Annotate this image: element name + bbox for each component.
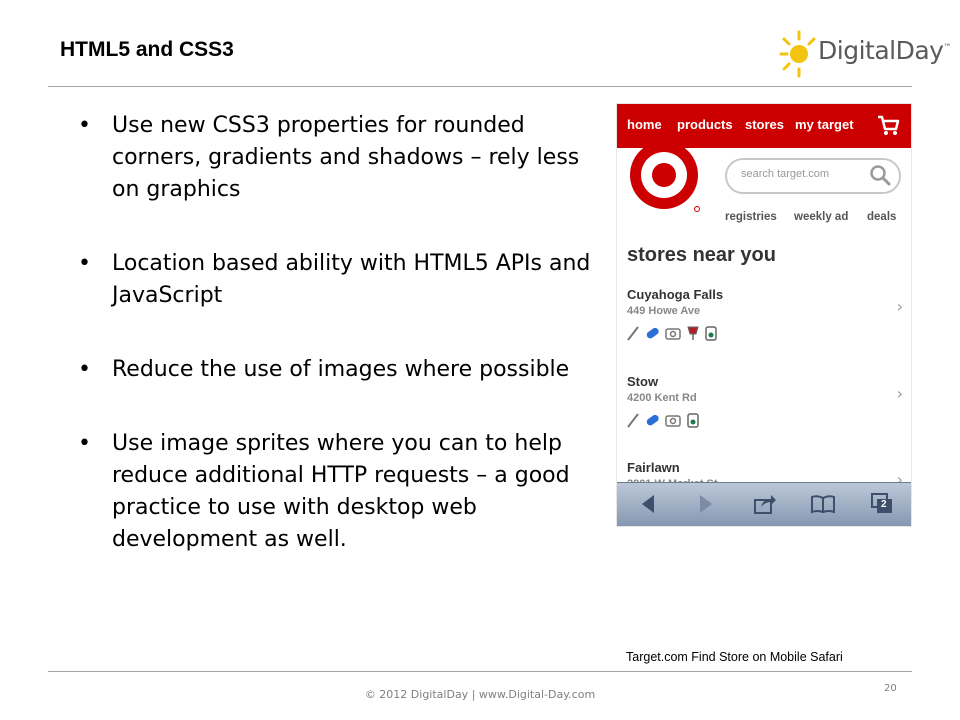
bullet-item: • Use image sprites where you can to help… [78, 428, 598, 556]
bullet-text: Reduce the use of images where possible [112, 357, 570, 382]
bullet-dot: • [78, 357, 91, 382]
bullet-dot: • [78, 431, 91, 456]
cart-icon[interactable] [875, 112, 901, 138]
store-address: 449 Howe Ave [627, 305, 701, 317]
chevron-right-icon: › [896, 297, 903, 316]
store-name: Cuyahoga Falls [627, 287, 724, 302]
header-divider [48, 86, 912, 87]
coffee-cup-icon [687, 413, 699, 428]
store-address: 4200 Kent Rd [627, 392, 697, 404]
mobile-safari-screenshot: home products stores my target registrie… [616, 103, 912, 527]
footer-copyright: © 2012 DigitalDay | www.Digital-Day.com [364, 688, 596, 701]
search-input[interactable] [739, 167, 863, 181]
camera-icon [665, 415, 681, 427]
image-caption: Target.com Find Store on Mobile Safari [626, 650, 843, 664]
link-deals[interactable]: deals [867, 211, 896, 223]
pharmacy-pencil-icon [627, 413, 639, 428]
logo-wordmark: DigitalDay™ [818, 36, 951, 65]
bullet-dot: • [78, 113, 91, 138]
store-amenity-icons [627, 326, 717, 341]
chevron-right-icon: › [896, 384, 903, 403]
forward-arrow-icon[interactable] [697, 493, 715, 515]
footer-divider [48, 671, 912, 672]
slide-title: HTML5 and CSS3 [60, 38, 234, 61]
pill-icon [646, 327, 659, 339]
store-name: Fairlawn [627, 460, 680, 475]
search-icon[interactable] [869, 164, 891, 186]
bullet-dot: • [78, 251, 91, 276]
store-amenity-icons [627, 413, 699, 428]
logo-day: Day [895, 36, 944, 65]
store-name: Stow [627, 374, 659, 389]
nav-products[interactable]: products [677, 117, 733, 132]
camera-icon [665, 328, 681, 340]
safari-toolbar: 2 [617, 482, 911, 526]
link-registries[interactable]: registries [725, 211, 777, 223]
bookmarks-icon[interactable] [810, 493, 836, 515]
target-bullseye-logo[interactable] [627, 138, 701, 212]
bullet-text: Use new CSS3 properties for rounded corn… [112, 113, 580, 202]
logo-digital: Digital [818, 36, 896, 65]
wine-glass-icon [687, 326, 699, 340]
nav-home[interactable]: home [627, 117, 662, 132]
page-number: 20 [884, 683, 897, 694]
pharmacy-pencil-icon [627, 326, 639, 341]
share-icon[interactable] [753, 493, 777, 515]
tab-count: 2 [881, 499, 887, 510]
bullet-item: • Reduce the use of images where possible [78, 354, 598, 386]
pill-icon [646, 414, 659, 426]
bullet-text: Location based ability with HTML5 APIs a… [112, 251, 591, 308]
nav-my-target[interactable]: my target [795, 117, 854, 132]
bullet-list: • Use new CSS3 properties for rounded cor… [78, 110, 598, 598]
bullet-text: Use image sprites where you can to help … [112, 431, 570, 552]
tabs-button[interactable]: 2 [870, 492, 894, 516]
section-title: stores near you [627, 244, 776, 266]
search-field[interactable] [725, 158, 901, 194]
coffee-cup-icon [705, 326, 717, 341]
logo-trademark: ™ [943, 42, 951, 52]
link-weekly-ad[interactable]: weekly ad [794, 211, 848, 223]
bullet-item: • Location based ability with HTML5 APIs … [78, 248, 598, 312]
bullet-item: • Use new CSS3 properties for rounded cor… [78, 110, 598, 206]
nav-stores[interactable]: stores [745, 117, 784, 132]
back-arrow-icon[interactable] [639, 493, 657, 515]
